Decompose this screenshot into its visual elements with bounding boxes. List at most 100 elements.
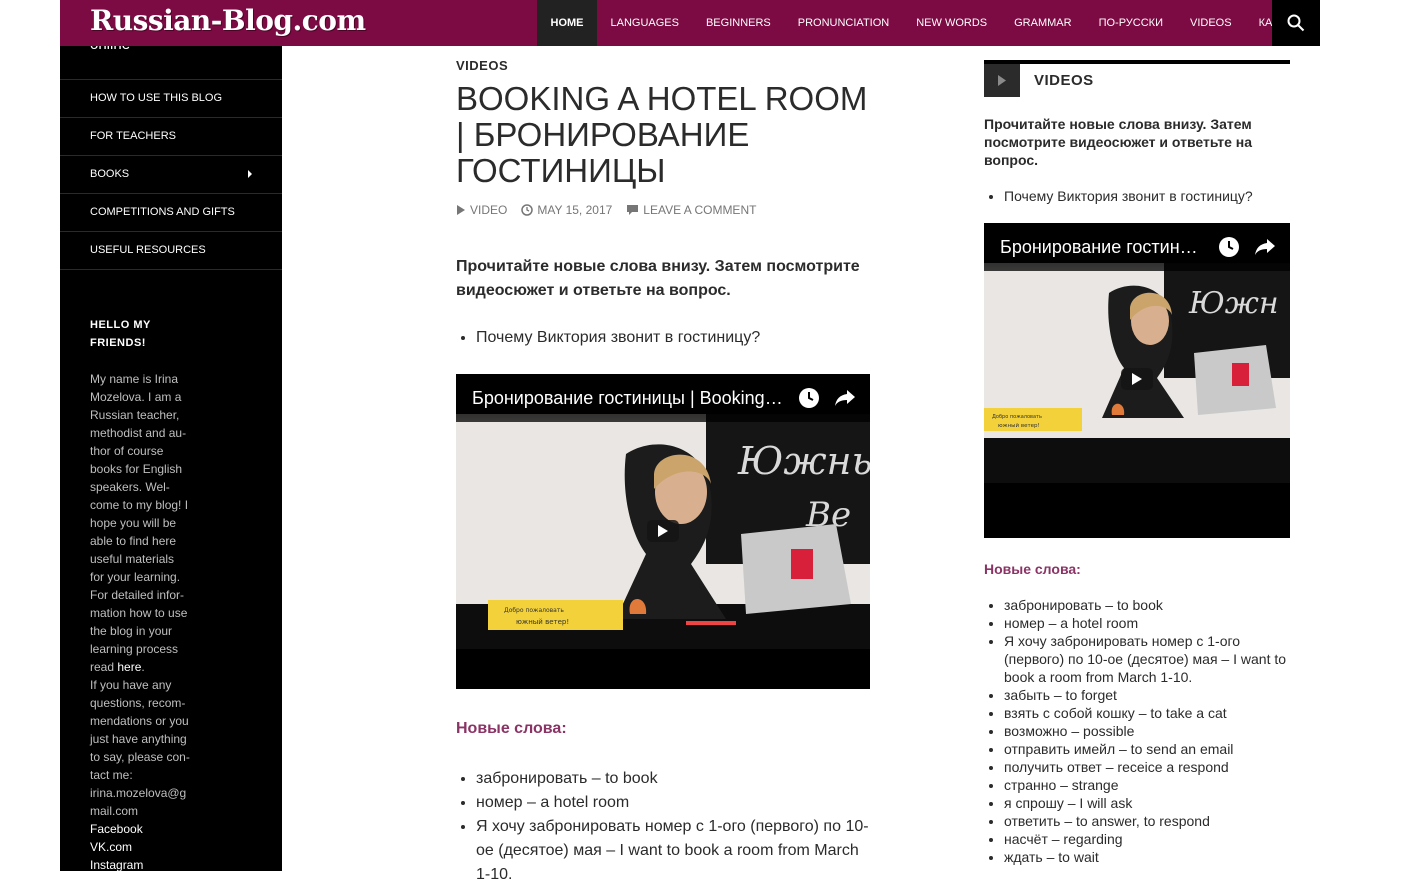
- nav-item[interactable]: NEW WORDS: [903, 0, 1001, 46]
- vocab-item: ответить – to answer, to respond: [1004, 812, 1304, 830]
- question-list: Почему Виктория звонит в гостиницу?: [456, 326, 890, 350]
- comment-link[interactable]: LEAVE A COMMENT: [626, 203, 756, 217]
- watch-later-icon[interactable]: [798, 387, 820, 409]
- contact-line: irina.mozelova@g: [90, 786, 187, 800]
- date-link[interactable]: MAY 15, 2017: [521, 203, 612, 217]
- vocab-item: Я хочу забронировать номер с 1-ого (перв…: [476, 815, 876, 887]
- sidebar-top-text: online: [90, 46, 130, 53]
- post-intro: Прочитайте новые слова внизу. Затем посм…: [456, 258, 860, 299]
- comment-icon: [627, 205, 639, 215]
- play-icon: [658, 525, 668, 537]
- sidebar-menu-item[interactable]: FOR TEACHERS: [60, 117, 282, 155]
- clock-icon: [521, 204, 534, 216]
- contact-lines: If you have any questions, recom-mendatio…: [90, 676, 194, 820]
- contact-line: to say, please con-: [90, 750, 190, 764]
- left-sidebar: online HOW TO USE THIS BLOG FOR TEACHERS B…: [60, 46, 282, 871]
- bio-line: For detailed infor-: [90, 588, 185, 602]
- bio-line: for your learning.: [90, 570, 181, 584]
- question-item: Почему Виктория звонит в гостиницу?: [476, 326, 890, 350]
- vocab-item: насчёт – regarding: [1004, 830, 1304, 848]
- bio-line: mation how to use: [90, 606, 188, 620]
- share-icon[interactable]: [1254, 237, 1276, 257]
- nav-item[interactable]: PRONUNCIATION: [784, 0, 902, 46]
- here-link[interactable]: here: [117, 660, 141, 674]
- widget-question-item: Почему Виктория звонит в гостиницу?: [1004, 186, 1304, 206]
- sidebar-menu-item[interactable]: COMPETITIONS AND GIFTS: [60, 193, 282, 231]
- sidebar-menu-label: COMPETITIONS AND GIFTS: [90, 206, 235, 218]
- vocab-item: я спрошу – I will ask: [1004, 794, 1304, 812]
- sidebar-menu-item[interactable]: HOW TO USE THIS BLOG: [60, 79, 282, 117]
- sidebar-menu-label: HOW TO USE THIS BLOG: [90, 92, 223, 104]
- widget-intro: Прочитайте новые слова внизу. Затем посм…: [984, 116, 1253, 168]
- sidebar-menu-item[interactable]: BOOKS: [60, 155, 282, 193]
- search-icon: [1287, 14, 1305, 32]
- play-button[interactable]: [1121, 368, 1153, 390]
- nav-item[interactable]: VIDEOS: [1177, 0, 1246, 46]
- nav-item[interactable]: ПО-РУССКИ: [1085, 0, 1176, 46]
- nav-item[interactable]: HOME: [537, 0, 597, 46]
- svg-text:Южный: Южный: [737, 439, 870, 483]
- vocab-list-widget: забронировать – to bookномер – a hotel r…: [984, 596, 1304, 866]
- bio-line: My name is Irina: [90, 372, 179, 386]
- social-link[interactable]: Instagram: [90, 856, 194, 871]
- widget-question-list: Почему Виктория звонит в гостиницу?: [984, 186, 1304, 206]
- social-links: Facebook VK.com Instagram: [90, 820, 194, 871]
- site-header: Russian-Blog.com HOME LANGUAGES BEGINNERS P…: [60, 0, 1320, 46]
- widget-title[interactable]: VIDEOS: [1034, 72, 1094, 89]
- bio-line: the blog in your: [90, 624, 173, 638]
- social-link[interactable]: VK.com: [90, 838, 194, 856]
- social-link[interactable]: Facebook: [90, 820, 194, 838]
- format-link[interactable]: VIDEO: [456, 203, 507, 217]
- embedded-video-widget[interactable]: Бронирование гостиницы | Booking a hotel…: [984, 223, 1290, 538]
- contact-line: If you have any: [90, 678, 172, 692]
- primary-nav: HOME LANGUAGES BEGINNERS PRONUNCIATION NEW W…: [537, 0, 1304, 46]
- bio-line: able to find here: [90, 534, 177, 548]
- contact-line: questions, recom-: [90, 696, 186, 710]
- share-icon[interactable]: [834, 388, 856, 408]
- svg-text:Южн: Южн: [1188, 286, 1279, 321]
- play-format-icon: [998, 75, 1006, 86]
- site-logo[interactable]: Russian-Blog.com: [90, 4, 366, 37]
- sidebar-menu-label: USEFUL RESOURCES: [90, 244, 206, 256]
- submenu-arrow-icon[interactable]: [248, 170, 252, 178]
- nav-item[interactable]: LANGUAGES: [597, 0, 692, 46]
- vocab-item: Я хочу забронировать номер с 1-ого (перв…: [1004, 632, 1304, 686]
- comment-label: LEAVE A COMMENT: [643, 203, 757, 217]
- vocab-item: ждать – to wait: [1004, 848, 1304, 866]
- widget-icon-box: [984, 64, 1020, 97]
- right-widget: VIDEOS: [984, 60, 1290, 97]
- svg-text:Добро пожаловать: Добро пожаловать: [992, 414, 1042, 420]
- bio-line: come to my blog! I: [90, 498, 189, 512]
- entry-meta: VIDEO MAY 15, 2017 LEAVE A COMMENT: [456, 203, 870, 217]
- sidebar-menu-label: BOOKS: [90, 168, 130, 180]
- embedded-video-main[interactable]: Бронирование гостиницы | Booking a hotel…: [456, 374, 870, 689]
- sidebar-menu-item[interactable]: USEFUL RESOURCES: [60, 231, 282, 270]
- contact-line: mendations or you: [90, 714, 189, 728]
- play-icon: [1132, 373, 1142, 385]
- format-label: VIDEO: [470, 203, 508, 217]
- svg-text:южный ветер!: южный ветер!: [516, 618, 569, 626]
- vocab-item: получить ответ – receice a respond: [1004, 758, 1304, 776]
- search-button[interactable]: [1272, 0, 1320, 46]
- post-header: VIDEOS BOOKING A HOTEL ROOM | БРОНИРОВАН…: [456, 58, 870, 217]
- video-icons: [798, 387, 870, 409]
- widget-title-hello: HELLO MY FRIENDS!: [90, 319, 151, 349]
- nav-item[interactable]: BEGINNERS: [692, 0, 784, 46]
- bio-line: useful materials: [90, 552, 175, 566]
- contact-line: tact me:: [90, 768, 133, 782]
- vocab-item: возможно – possible: [1004, 722, 1304, 740]
- play-button[interactable]: [647, 520, 679, 542]
- bio-line: books for English: [90, 462, 183, 476]
- secondary-menu: HOW TO USE THIS BLOG FOR TEACHERS BOOKS COM…: [60, 79, 282, 270]
- bio-line: hope you will be: [90, 516, 177, 530]
- vocab-item: забронировать – to book: [476, 767, 876, 791]
- bio-line: learning process: [90, 642, 179, 656]
- watch-later-icon[interactable]: [1218, 236, 1240, 258]
- vocab-item: взять с собой кошку – to take a cat: [1004, 704, 1304, 722]
- video-title-bar: Бронирование гостиницы | Booking a hotel…: [984, 223, 1290, 271]
- vocab-item: отправить имейл – to send an email: [1004, 740, 1304, 758]
- category-link[interactable]: VIDEOS: [456, 58, 870, 73]
- nav-item[interactable]: GRAMMAR: [1001, 0, 1085, 46]
- video-title[interactable]: Бронирование гостиницы | Booking a hotel…: [1000, 237, 1205, 258]
- video-title[interactable]: Бронирование гостиницы | Booking a hotel…: [472, 388, 787, 409]
